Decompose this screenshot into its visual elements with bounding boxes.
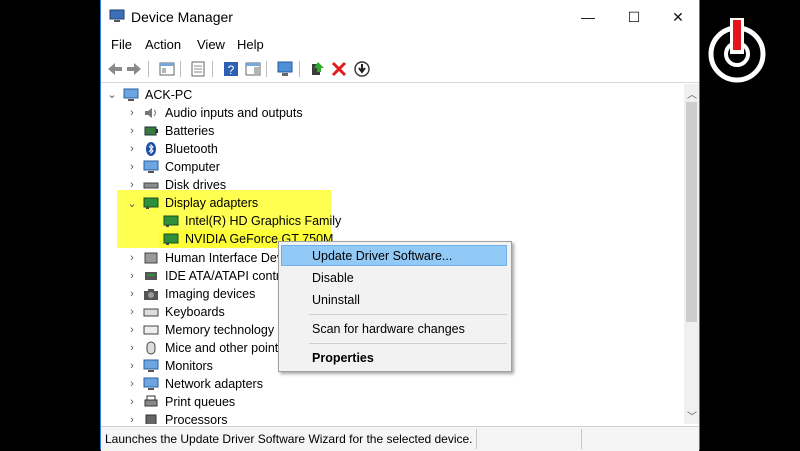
battery-icon bbox=[144, 126, 158, 136]
back-arrow-icon[interactable] bbox=[106, 60, 124, 78]
computer-icon bbox=[123, 88, 139, 101]
chevron-right-icon[interactable]: › bbox=[127, 125, 137, 137]
chevron-down-icon[interactable]: ⌄ bbox=[127, 197, 137, 210]
maximize-button[interactable]: ☐ bbox=[611, 0, 657, 34]
bluetooth-icon bbox=[146, 142, 156, 156]
display-adapter-icon bbox=[163, 215, 179, 227]
display-adapter-icon bbox=[163, 233, 179, 245]
close-button[interactable]: ✕ bbox=[655, 0, 701, 34]
chevron-down-icon[interactable]: ⌄ bbox=[107, 88, 117, 101]
tree-item-label: Intel(R) HD Graphics Family bbox=[185, 214, 342, 228]
printer-icon bbox=[144, 395, 158, 407]
tree-item-label: Keyboards bbox=[165, 305, 225, 319]
device-manager-window: Device Manager — ☐ ✕ File Action View He… bbox=[100, 0, 700, 451]
disk-icon bbox=[143, 182, 159, 189]
menu-item-uninstall[interactable]: Uninstall bbox=[312, 293, 360, 307]
menu-item-scan-hardware[interactable]: Scan for hardware changes bbox=[312, 322, 465, 336]
title-bar: Device Manager — ☐ ✕ bbox=[101, 0, 699, 34]
show-hide-console-tree-icon[interactable] bbox=[158, 60, 176, 78]
window-title: Device Manager bbox=[131, 9, 233, 25]
menu-separator bbox=[309, 314, 507, 315]
chevron-right-icon[interactable]: › bbox=[127, 107, 137, 119]
tree-item-label: Network adapters bbox=[165, 377, 263, 391]
disable-device-icon[interactable] bbox=[353, 60, 371, 78]
help-icon[interactable]: ? bbox=[222, 60, 240, 78]
menu-item-properties[interactable]: Properties bbox=[312, 351, 374, 365]
chevron-right-icon[interactable]: › bbox=[127, 414, 137, 424]
status-text: Launches the Update Driver Software Wiza… bbox=[105, 432, 473, 446]
svg-text:?: ? bbox=[228, 63, 235, 77]
device-tree: ⌄ ACK-PC › Audio inputs and outputs › Ba… bbox=[101, 84, 684, 424]
monitor-icon bbox=[143, 359, 159, 372]
scroll-up-icon[interactable]: ︿ bbox=[687, 86, 697, 101]
tree-item-label: Display adapters bbox=[165, 196, 259, 210]
chevron-right-icon[interactable]: › bbox=[127, 252, 137, 264]
menu-item-disable[interactable]: Disable bbox=[312, 271, 354, 285]
chevron-right-icon[interactable]: › bbox=[127, 161, 137, 173]
display-adapter-icon bbox=[143, 197, 159, 209]
tree-item-label: Processors bbox=[165, 413, 228, 424]
keyboard-icon bbox=[143, 308, 159, 317]
chevron-right-icon[interactable]: › bbox=[127, 143, 137, 155]
update-driver-icon[interactable] bbox=[308, 60, 326, 78]
chevron-right-icon[interactable]: › bbox=[127, 306, 137, 318]
action-pane-icon[interactable] bbox=[244, 60, 262, 78]
vertical-scrollbar[interactable]: ︿ ﹀ bbox=[684, 84, 699, 424]
forward-arrow-icon[interactable] bbox=[125, 60, 143, 78]
hid-icon bbox=[144, 252, 158, 264]
menu-action[interactable]: Action bbox=[145, 37, 181, 52]
scroll-down-icon[interactable]: ﹀ bbox=[687, 408, 697, 423]
context-menu: Update Driver Software... Disable Uninst… bbox=[278, 241, 512, 372]
status-bar: Launches the Update Driver Software Wiza… bbox=[101, 426, 699, 451]
network-icon bbox=[143, 377, 159, 390]
ide-icon bbox=[145, 272, 157, 280]
camera-icon bbox=[144, 289, 158, 300]
menu-bar: File Action View Help bbox=[101, 34, 699, 56]
processor-icon bbox=[145, 414, 157, 424]
chevron-right-icon[interactable]: › bbox=[127, 288, 137, 300]
chevron-right-icon[interactable]: › bbox=[127, 342, 137, 354]
chevron-right-icon[interactable]: › bbox=[127, 360, 137, 372]
tree-item-label: Batteries bbox=[165, 124, 215, 138]
tree-item-label: Bluetooth bbox=[165, 142, 218, 156]
minimize-button[interactable]: — bbox=[565, 0, 611, 34]
tree-item-label: Monitors bbox=[165, 359, 213, 373]
power-logo-icon bbox=[708, 18, 766, 83]
chevron-right-icon[interactable]: › bbox=[127, 396, 137, 408]
tree-item-label: Imaging devices bbox=[165, 287, 256, 301]
properties-icon[interactable] bbox=[189, 60, 207, 78]
tree-root-label: ACK-PC bbox=[145, 88, 193, 102]
scrollbar-thumb[interactable] bbox=[686, 102, 697, 322]
speaker-icon bbox=[145, 108, 156, 118]
uninstall-device-icon[interactable] bbox=[330, 60, 348, 78]
toolbar: ? bbox=[101, 56, 699, 83]
tree-item-label: Computer bbox=[165, 160, 220, 174]
chevron-right-icon[interactable]: › bbox=[127, 179, 137, 191]
menu-file[interactable]: File bbox=[111, 37, 132, 52]
menu-separator bbox=[309, 343, 507, 344]
chevron-right-icon[interactable]: › bbox=[127, 378, 137, 390]
chevron-right-icon[interactable]: › bbox=[127, 324, 137, 336]
tree-item-label: Disk drives bbox=[165, 178, 227, 192]
menu-view[interactable]: View bbox=[197, 37, 225, 52]
menu-help[interactable]: Help bbox=[237, 37, 264, 52]
computer-icon bbox=[143, 160, 159, 173]
scan-hardware-icon[interactable] bbox=[276, 60, 294, 78]
tree-item-label: Audio inputs and outputs bbox=[165, 106, 303, 120]
device-manager-icon bbox=[109, 9, 125, 22]
memory-icon bbox=[143, 325, 159, 335]
mouse-icon bbox=[146, 341, 156, 355]
menu-item-update-driver[interactable]: Update Driver Software... bbox=[312, 249, 452, 263]
tree-item-label: Print queues bbox=[165, 395, 236, 409]
chevron-right-icon[interactable]: › bbox=[127, 270, 137, 282]
